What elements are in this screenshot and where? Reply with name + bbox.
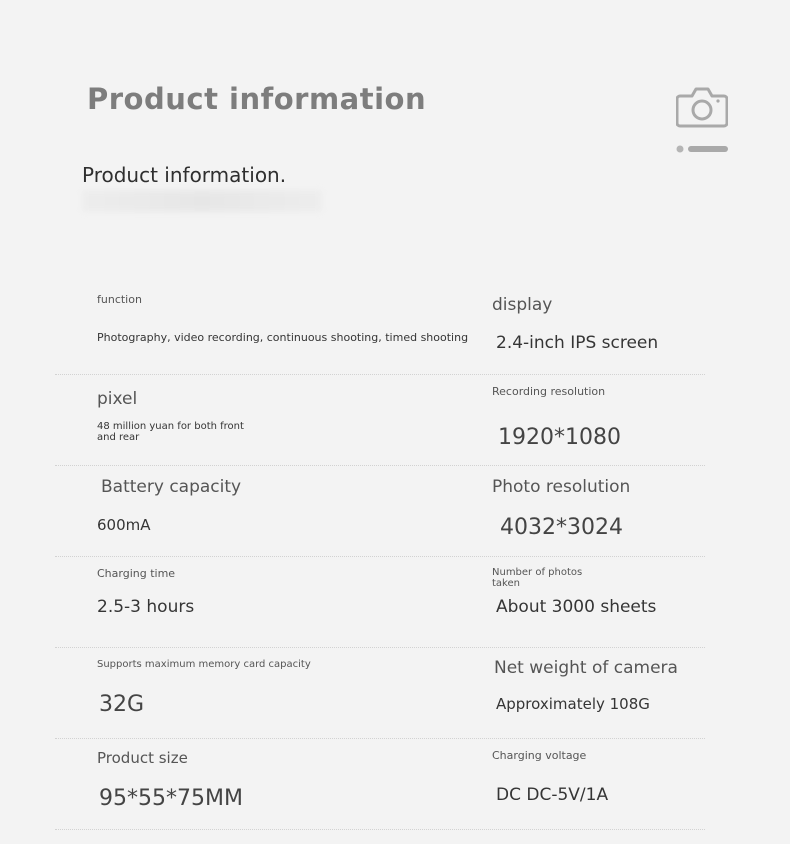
spec-value: 1920*1080 [498,425,621,450]
spec-value: 32G [99,692,145,717]
spec-label: Battery capacity [101,477,242,497]
spec-cell: function Photography, video recording, c… [97,283,468,374]
spec-row: function Photography, video recording, c… [55,283,705,375]
spec-value: 600mA [97,516,151,534]
spec-label: Number of photos taken [492,567,583,589]
spec-value: 4032*3024 [500,515,623,540]
spec-label: function [97,293,142,306]
spec-label: Net weight of camera [494,658,678,678]
spec-cell: pixel 48 million yuan for both front and… [97,375,457,465]
spec-row: Battery capacity 600mA Photo resolution … [55,466,705,557]
spec-cell: Battery capacity 600mA [97,466,457,556]
spec-value: DC DC-5V/1A [496,785,609,805]
blurred-text-placeholder [82,190,322,212]
spec-cell: display 2.4-inch IPS screen [492,283,712,374]
spec-value: 95*55*75MM [99,786,243,811]
spec-label: Product size [97,749,188,767]
spec-value: Approximately 108G [496,695,650,713]
spec-label: Photo resolution [492,477,631,497]
camera-icon [676,87,728,128]
product-info-page: Product information Product information.… [0,0,790,844]
spec-cell: Net weight of camera Approximately 108G [492,648,712,738]
spec-label: display [492,295,553,315]
page-subtitle: Product information. [82,163,287,187]
spec-value: 2.4-inch IPS screen [496,333,659,353]
spec-row: pixel 48 million yuan for both front and… [55,375,705,466]
spec-cell: Charging time 2.5-3 hours [97,557,457,647]
spec-cell: Supports maximum memory card capacity 32… [97,648,457,738]
spec-value: Photography, video recording, continuous… [97,331,469,344]
spec-label: Charging time [97,567,176,580]
carousel-dots-icon [676,145,728,153]
spec-row: Supports maximum memory card capacity 32… [55,648,705,739]
spec-label: Supports maximum memory card capacity [97,659,311,670]
spec-cell: Charging voltage DC DC-5V/1A [492,739,712,829]
spec-label: Recording resolution [492,385,606,398]
spec-cell: Recording resolution 1920*1080 [492,375,712,465]
spec-cell: Product size 95*55*75MM [97,739,457,829]
spec-cell: Number of photos taken About 3000 sheets [492,557,712,647]
spec-cell: Photo resolution 4032*3024 [492,466,712,556]
spec-value: 2.5-3 hours [97,597,195,617]
spec-value: 48 million yuan for both front and rear [97,421,244,443]
spec-row: Charging time 2.5-3 hours Number of phot… [55,557,705,648]
spec-row: Product size 95*55*75MM Charging voltage… [55,739,705,830]
page-title: Product information [87,82,427,116]
spec-value: About 3000 sheets [496,597,657,617]
spec-table: function Photography, video recording, c… [55,283,705,830]
spec-label: pixel [97,389,138,409]
spec-label: Charging voltage [492,749,587,762]
